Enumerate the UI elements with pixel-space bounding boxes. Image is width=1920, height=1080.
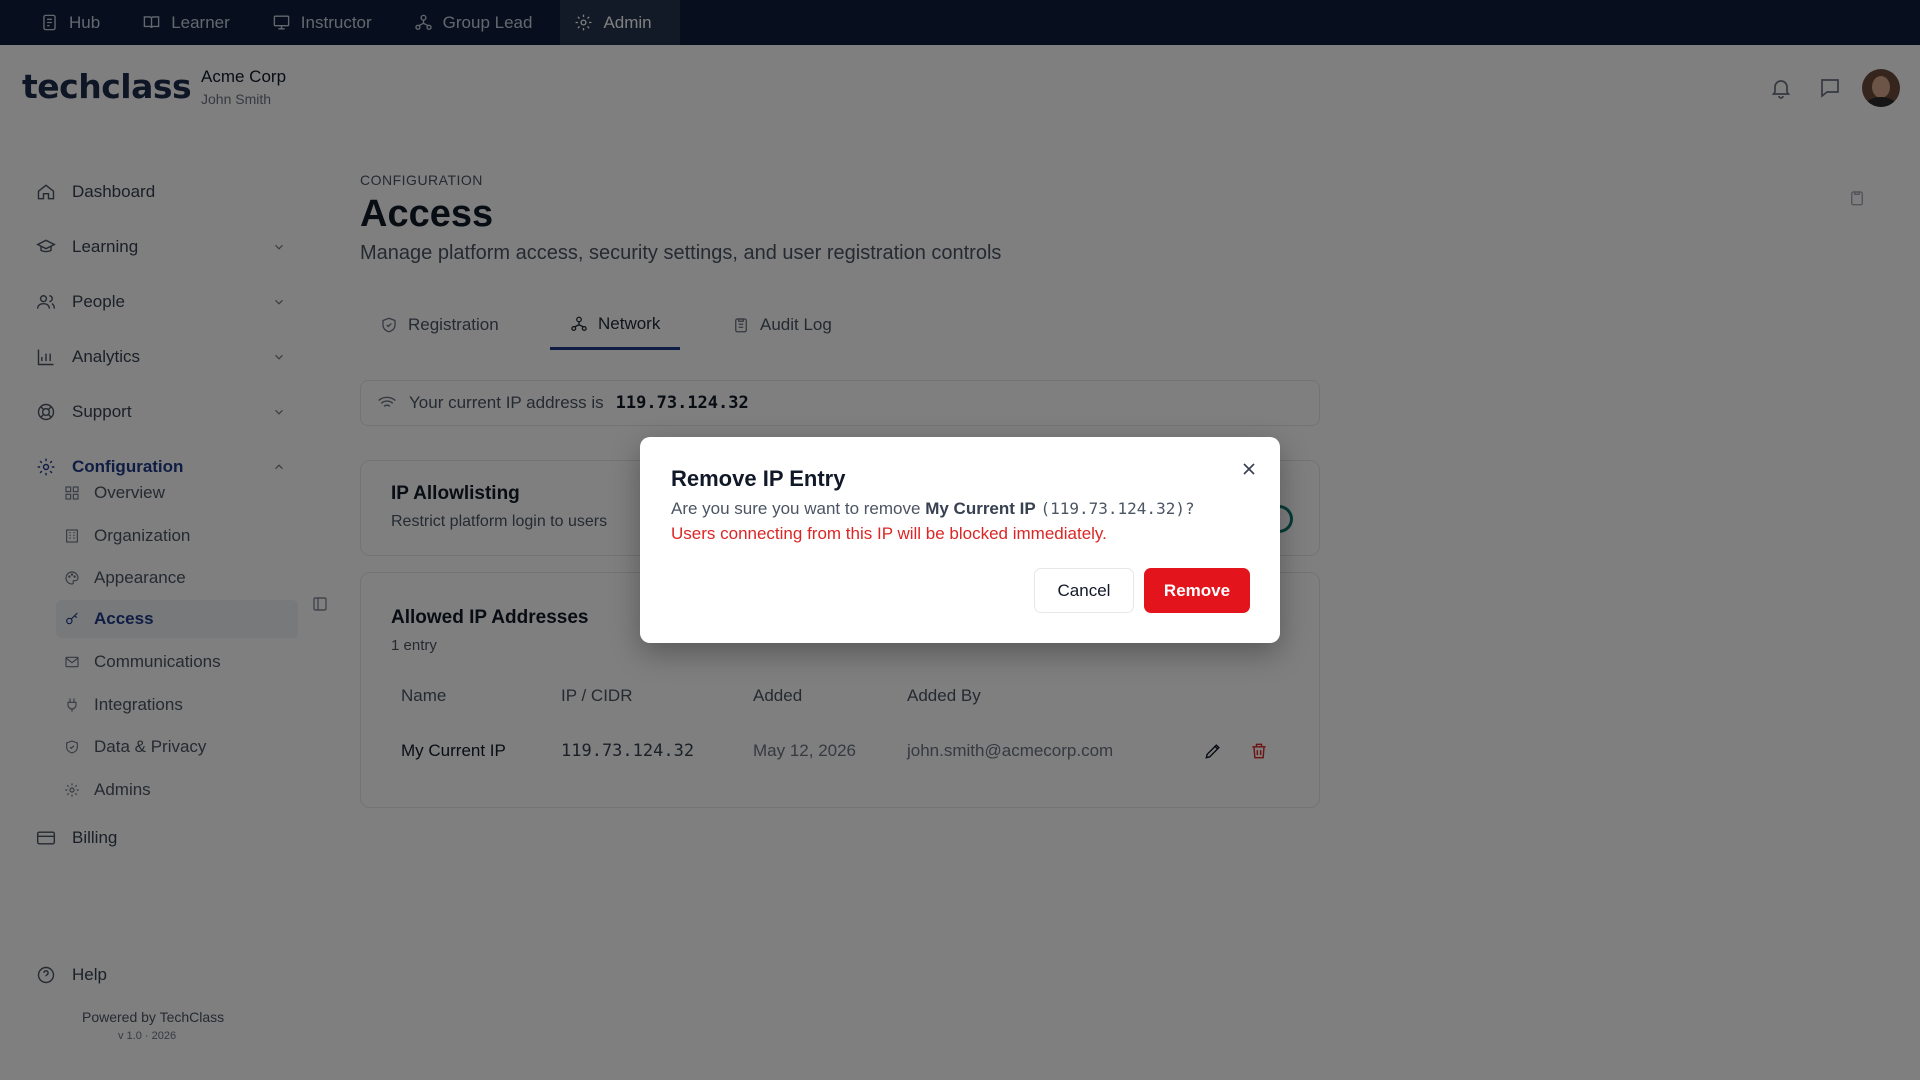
dialog-title: Remove IP Entry: [671, 466, 846, 491]
remove-button[interactable]: Remove: [1144, 568, 1250, 613]
dialog-message: Are you sure you want to remove My Curre…: [671, 499, 1195, 519]
close-icon: [1243, 463, 1255, 475]
cancel-button[interactable]: Cancel: [1034, 568, 1134, 613]
dialog-message-prefix: Are you sure you want to remove: [671, 499, 921, 518]
dialog-warning: Users connecting from this IP will be bl…: [671, 524, 1107, 543]
remove-ip-dialog: Remove IP Entry Are you sure you want to…: [640, 437, 1280, 643]
dialog-entry-ip: (119.73.124.32)?: [1040, 499, 1195, 518]
dialog-entry-name: My Current IP: [925, 499, 1036, 518]
close-dialog-button[interactable]: [1239, 459, 1263, 483]
